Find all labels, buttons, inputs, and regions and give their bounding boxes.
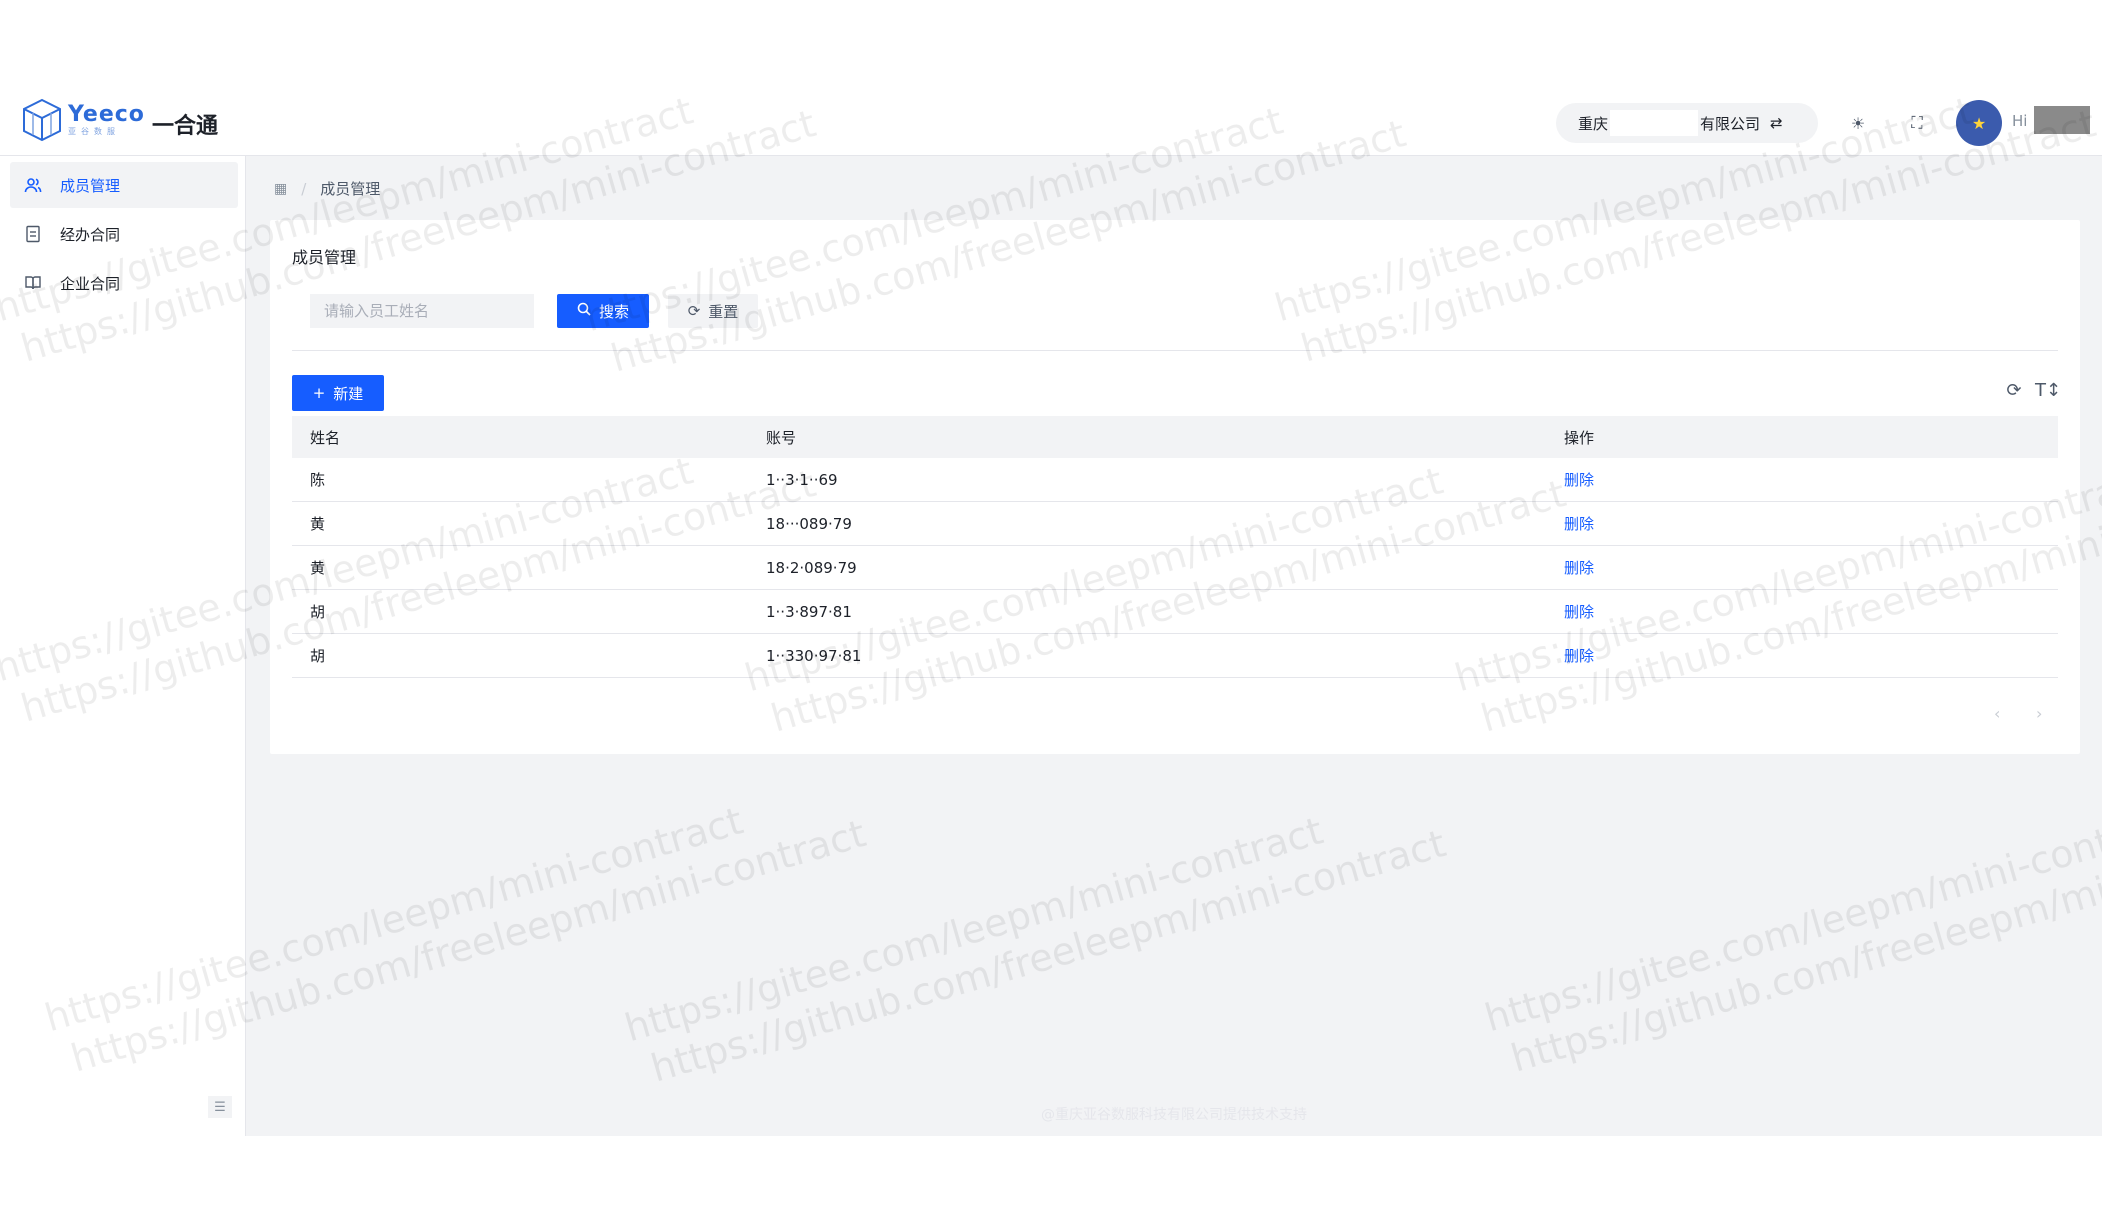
employee-name-search-input[interactable] — [310, 294, 534, 328]
top-header: Yeeco 亚谷数服 一合通 重庆 有限公司 ⇄ ☀ ⛶ ★ Hi — [0, 88, 2102, 156]
table-row: 胡 1··3·897·81 删除 — [292, 590, 2058, 634]
members-table: 姓名 账号 操作 陈 1··3·1··69 删除 黄 18···089·79 删… — [292, 416, 2058, 678]
watermark: https://gitee.com/leepm/mini-contracthtt… — [620, 808, 1451, 1091]
star-icon: ★ — [1971, 113, 1987, 133]
cell-name: 胡 — [310, 647, 326, 665]
fullscreen-icon[interactable]: ⛶ — [1902, 108, 1932, 138]
apps-icon[interactable]: ▦ — [274, 181, 287, 197]
cell-account: 1··3·897·81 — [766, 602, 852, 621]
prev-page-icon[interactable]: ‹ — [1994, 704, 2000, 723]
logo-subtitle: 亚谷数服 — [68, 127, 120, 136]
new-member-button[interactable]: + 新建 — [292, 375, 384, 411]
column-header-name: 姓名 — [310, 428, 341, 447]
company-suffix: 有限公司 — [1700, 114, 1761, 133]
column-header-account: 账号 — [766, 428, 797, 447]
breadcrumb-current: 成员管理 — [320, 180, 381, 198]
sidebar-item-handled-contracts[interactable]: 经办合同 — [10, 211, 238, 257]
reset-icon: ⟳ — [687, 302, 701, 320]
logo-brand: Yeeco — [68, 102, 145, 127]
watermark: https://gitee.com/leepm/mini-contracthtt… — [1480, 798, 2102, 1081]
table-row: 黄 18···089·79 删除 — [292, 502, 2058, 546]
reset-button[interactable]: ⟳ 重置 — [668, 294, 758, 328]
search-button-label: 搜索 — [598, 302, 629, 321]
sidebar-item-label: 经办合同 — [60, 225, 121, 244]
cell-account: 1··330·97·81 — [766, 646, 862, 665]
company-prefix: 重庆 — [1578, 114, 1609, 133]
book-icon — [24, 274, 42, 292]
app-root: Yeeco 亚谷数服 一合通 重庆 有限公司 ⇄ ☀ ⛶ ★ Hi 成员管理 经… — [0, 88, 2102, 1136]
refresh-icon[interactable]: ⟳ — [2002, 378, 2026, 402]
breadcrumb-separator: / — [301, 179, 307, 198]
card-title: 成员管理 — [292, 248, 357, 267]
column-header-action: 操作 — [1564, 428, 1595, 447]
company-name-mask — [1610, 110, 1699, 136]
delete-link[interactable]: 删除 — [1564, 559, 1594, 577]
next-page-icon[interactable]: › — [2036, 704, 2042, 723]
table-header: 姓名 账号 操作 — [292, 416, 2058, 458]
density-icon[interactable]: T↕ — [2035, 378, 2061, 402]
footer-note: @重庆亚谷数服科技有限公司提供技术支持 — [1041, 1107, 1307, 1123]
cell-account: 18···089·79 — [766, 514, 852, 533]
delete-link[interactable]: 删除 — [1564, 603, 1594, 621]
reset-button-label: 重置 — [708, 302, 739, 321]
cell-name: 陈 — [310, 471, 326, 489]
app-title: 一合通 — [152, 114, 219, 139]
plus-icon: + — [312, 384, 326, 402]
document-icon — [24, 225, 42, 243]
search-icon — [577, 302, 591, 320]
cell-name: 胡 — [310, 603, 326, 621]
delete-link[interactable]: 删除 — [1564, 471, 1594, 489]
breadcrumb: ▦ / 成员管理 — [274, 178, 380, 199]
logo: Yeeco 亚谷数服 — [22, 98, 145, 142]
sidebar-item-label: 企业合同 — [60, 274, 121, 293]
delete-link[interactable]: 删除 — [1564, 515, 1594, 533]
delete-link[interactable]: 删除 — [1564, 647, 1594, 665]
members-card: 成员管理 搜索 ⟳ 重置 + 新建 ⟳ T↕ 姓名 账号 操作 陈 — [270, 220, 2080, 754]
new-button-label: 新建 — [333, 384, 364, 403]
users-icon — [24, 176, 42, 194]
divider — [292, 350, 2058, 351]
company-switcher[interactable]: 重庆 有限公司 ⇄ — [1556, 103, 1818, 143]
cube-logo-icon — [23, 98, 61, 142]
cell-account: 18·2·089·79 — [766, 558, 857, 577]
theme-toggle-icon[interactable]: ☀ — [1843, 108, 1873, 138]
sidebar: 成员管理 经办合同 企业合同 ☰ — [0, 156, 246, 1136]
user-name-mask[interactable] — [2034, 106, 2090, 134]
table-row: 黄 18·2·089·79 删除 — [292, 546, 2058, 590]
cell-account: 1··3·1··69 — [766, 470, 838, 489]
cell-name: 黄 — [310, 559, 326, 577]
avatar[interactable]: ★ — [1956, 100, 2002, 146]
sidebar-item-enterprise-contracts[interactable]: 企业合同 — [10, 260, 238, 306]
swap-icon: ⇄ — [1770, 114, 1783, 132]
cell-name: 黄 — [310, 515, 326, 533]
greeting: Hi — [2012, 112, 2028, 130]
sidebar-item-label: 成员管理 — [60, 176, 121, 195]
sidebar-item-members[interactable]: 成员管理 — [10, 162, 238, 208]
table-row: 陈 1··3·1··69 删除 — [292, 458, 2058, 502]
search-button[interactable]: 搜索 — [557, 294, 649, 328]
table-row: 胡 1··330·97·81 删除 — [292, 634, 2058, 678]
